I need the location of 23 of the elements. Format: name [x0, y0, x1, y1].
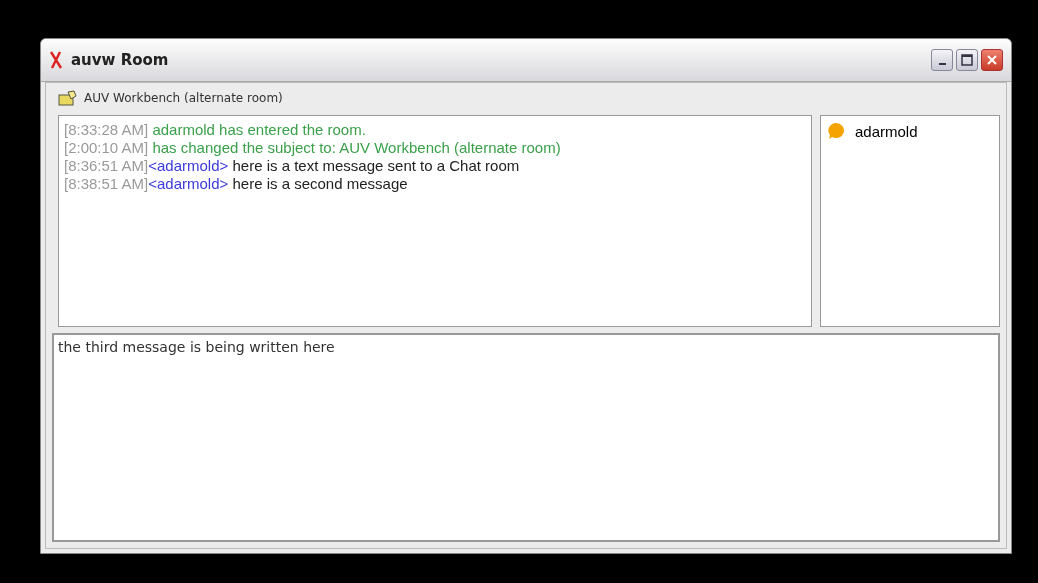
message-text: here is a text message sent to a Chat room — [232, 157, 520, 174]
close-button[interactable] — [981, 49, 1003, 71]
timestamp: [2:00:10 AM] — [64, 139, 149, 156]
window-title: auvw Room — [71, 51, 170, 69]
room-subject: AUV Workbench (alternate room) — [84, 91, 283, 105]
close-icon — [986, 54, 998, 66]
user-bubble-icon — [827, 122, 845, 140]
maximize-icon — [961, 54, 973, 66]
message-text: here is a second message — [232, 175, 408, 192]
minimize-icon — [938, 63, 946, 65]
minimize-button[interactable] — [931, 49, 953, 71]
message-input[interactable]: the third message is being written here — [52, 333, 1000, 542]
x-logo-icon — [49, 50, 63, 70]
system-message: adarmold has entered the room. — [152, 121, 366, 138]
timestamp: [8:36:51 AM] — [64, 157, 149, 174]
subject-icon — [58, 90, 78, 106]
user-nick[interactable]: <adarmold> — [148, 157, 229, 174]
timestamp: [8:38:51 AM] — [64, 175, 149, 192]
user-name[interactable]: adarmold — [855, 122, 918, 140]
user-nick[interactable]: <adarmold> — [148, 175, 229, 192]
maximize-button[interactable] — [956, 49, 978, 71]
system-message: has changed the subject to: AUV Workbench (alternate room) — [152, 139, 561, 156]
timestamp: [8:33:28 AM] — [64, 121, 149, 138]
